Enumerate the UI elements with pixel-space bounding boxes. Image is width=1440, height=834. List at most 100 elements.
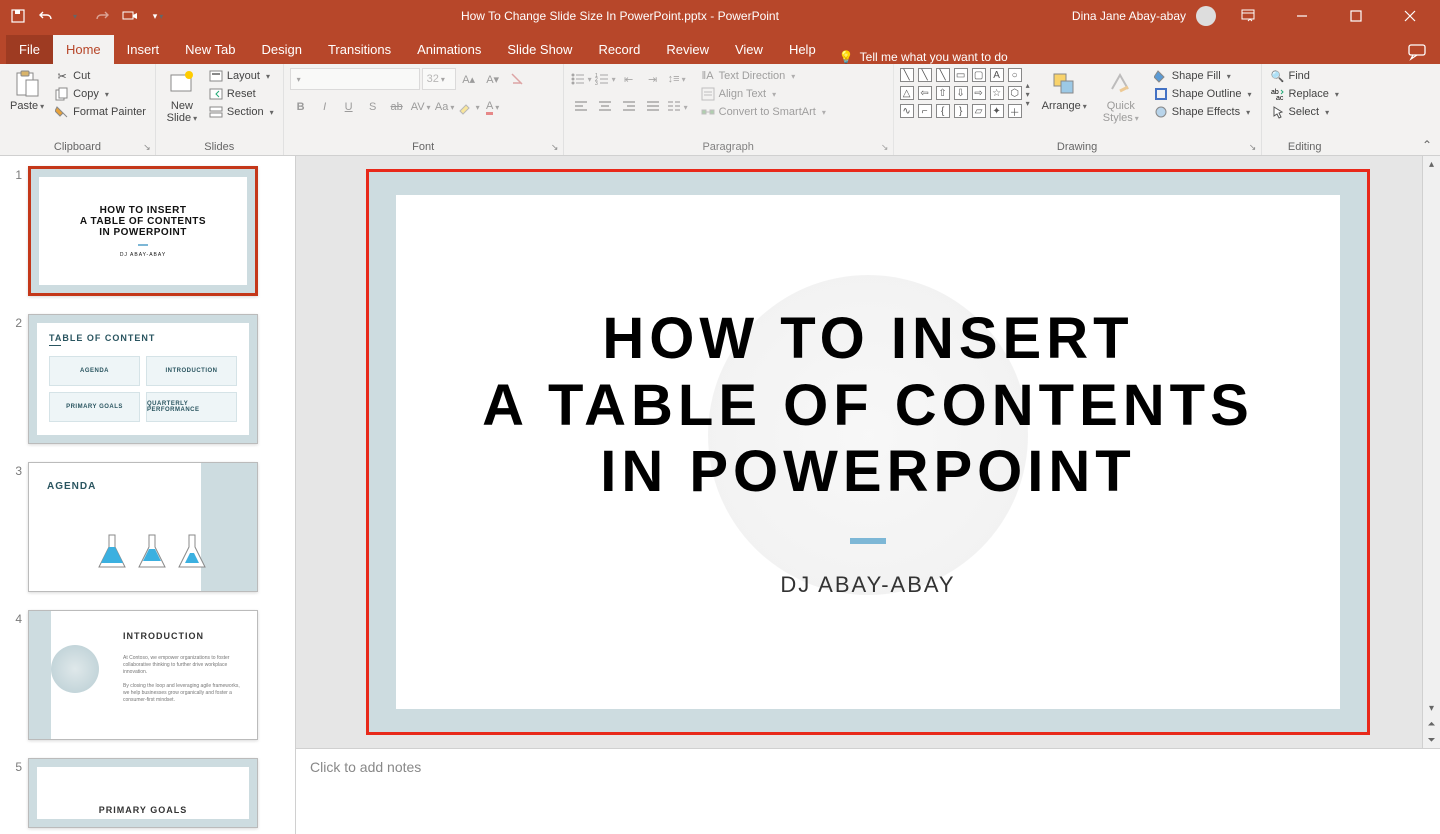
section-button[interactable]: Section — [206, 104, 277, 120]
shape-brace-l-icon[interactable]: { — [936, 104, 950, 118]
italic-icon[interactable]: I — [314, 96, 336, 118]
next-slide-icon[interactable]: ⏷ — [1428, 732, 1436, 748]
tab-home[interactable]: Home — [53, 35, 114, 64]
find-button[interactable]: 🔍Find — [1268, 68, 1342, 84]
shape-arrow-r-icon[interactable]: ⇨ — [972, 86, 986, 100]
highlight-icon[interactable] — [458, 96, 480, 118]
shape-fill-button[interactable]: Shape Fill — [1151, 68, 1255, 84]
shape-arrow-u-icon[interactable]: ⇧ — [936, 86, 950, 100]
tab-insert[interactable]: Insert — [114, 35, 173, 64]
strikethrough-icon[interactable]: ab — [386, 96, 408, 118]
shape-line-icon[interactable]: ╲ — [900, 68, 914, 82]
shape-curve-icon[interactable]: ∿ — [900, 104, 914, 118]
shape-star-icon[interactable]: ☆ — [990, 86, 1004, 100]
select-button[interactable]: Select — [1268, 104, 1342, 120]
tab-transitions[interactable]: Transitions — [315, 35, 404, 64]
start-from-beginning-icon[interactable] — [122, 8, 138, 24]
clipboard-dialog-launcher[interactable]: ↘ — [141, 141, 153, 153]
paragraph-dialog-launcher[interactable]: ↘ — [879, 141, 891, 153]
thumb-2[interactable]: 2 TABLE OF CONTENT AGENDA INTRODUCTION P… — [4, 314, 287, 444]
collapse-ribbon-icon[interactable]: ⌃ — [1422, 138, 1432, 152]
thumb-5[interactable]: 5 PRIMARY GOALS — [4, 758, 287, 828]
tab-new-tab[interactable]: New Tab — [172, 35, 248, 64]
shapes-more[interactable]: ▾ — [1026, 99, 1030, 108]
shapes-gallery[interactable]: ╲╲╲▭▢A○ △⇦⇧⇩⇨☆⬡ ∿⌐{}▱✦＋ — [900, 68, 1024, 120]
cut-button[interactable]: ✂Cut — [52, 68, 149, 84]
layout-button[interactable]: Layout — [206, 68, 277, 84]
numbering-icon[interactable]: 123 — [594, 68, 616, 90]
change-case-icon[interactable]: Aa — [434, 96, 456, 118]
align-right-icon[interactable] — [618, 96, 640, 118]
scroll-down-icon[interactable]: ▾ — [1429, 700, 1434, 716]
close-button[interactable] — [1388, 0, 1432, 32]
thumb-1[interactable]: 1 HOW TO INSERT A TABLE OF CONTENTS IN P… — [4, 166, 287, 296]
text-direction-button[interactable]: ‖AText Direction — [698, 68, 829, 84]
tell-me[interactable]: 💡 Tell me what you want to do — [829, 50, 1018, 64]
shape-arrow-d-icon[interactable]: ⇩ — [954, 86, 968, 100]
clear-formatting-icon[interactable] — [506, 68, 528, 90]
prev-slide-icon[interactable]: ⏶ — [1428, 716, 1436, 732]
redo-icon[interactable] — [94, 8, 110, 24]
shape-outline-button[interactable]: Shape Outline — [1151, 86, 1255, 102]
font-color-icon[interactable]: A — [482, 96, 504, 118]
shape-star5-icon[interactable]: ✦ — [990, 104, 1004, 118]
shapes-scroll-down[interactable]: ▾ — [1026, 90, 1030, 99]
comments-icon[interactable] — [1394, 43, 1440, 64]
columns-icon[interactable] — [666, 96, 688, 118]
replace-button[interactable]: abacReplace — [1268, 86, 1342, 102]
justify-icon[interactable] — [642, 96, 664, 118]
format-painter-button[interactable]: Format Painter — [52, 104, 149, 120]
tab-record[interactable]: Record — [585, 35, 653, 64]
drawing-dialog-launcher[interactable]: ↘ — [1247, 141, 1259, 153]
shape-plus-icon[interactable]: ＋ — [1008, 104, 1022, 118]
slide-canvas[interactable]: HOW TO INSERT A TABLE OF CONTENTS IN POW… — [369, 172, 1367, 732]
font-dialog-launcher[interactable]: ↘ — [549, 141, 561, 153]
shape-rect-icon[interactable]: ▭ — [954, 68, 968, 82]
shape-line2-icon[interactable]: ╲ — [918, 68, 932, 82]
shadow-icon[interactable]: S — [362, 96, 384, 118]
tab-design[interactable]: Design — [249, 35, 315, 64]
align-text-button[interactable]: Align Text — [698, 86, 829, 102]
shape-brace-r-icon[interactable]: } — [954, 104, 968, 118]
shape-arrow-l-icon[interactable]: ⇦ — [918, 86, 932, 100]
undo-dropdown[interactable] — [66, 8, 82, 24]
tab-file[interactable]: File — [6, 35, 53, 64]
save-icon[interactable] — [10, 8, 26, 24]
qat-customize[interactable]: ▾ — [150, 8, 166, 24]
canvas-scrollbar[interactable]: ▴ ▾ ⏶ ⏷ — [1422, 156, 1440, 748]
shape-oval-icon[interactable]: ○ — [1008, 68, 1022, 82]
user-avatar[interactable] — [1196, 6, 1216, 26]
reset-button[interactable]: Reset — [206, 86, 277, 102]
bullets-icon[interactable] — [570, 68, 592, 90]
tab-animations[interactable]: Animations — [404, 35, 494, 64]
notes-pane[interactable]: Click to add notes — [296, 748, 1440, 834]
tab-view[interactable]: View — [722, 35, 776, 64]
align-center-icon[interactable] — [594, 96, 616, 118]
shape-effects-button[interactable]: Shape Effects — [1151, 104, 1255, 120]
character-spacing-icon[interactable]: AV — [410, 96, 432, 118]
quick-styles-button[interactable]: Quick Styles — [1099, 68, 1143, 126]
decrease-indent-icon[interactable]: ⇤ — [618, 68, 640, 90]
shapes-scroll-up[interactable]: ▴ — [1026, 81, 1030, 90]
ribbon-display-options-icon[interactable] — [1226, 0, 1270, 32]
align-left-icon[interactable] — [570, 96, 592, 118]
tab-slide-show[interactable]: Slide Show — [494, 35, 585, 64]
maximize-button[interactable] — [1334, 0, 1378, 32]
shape-line3-icon[interactable]: ╲ — [936, 68, 950, 82]
new-slide-button[interactable]: New Slide — [162, 68, 202, 126]
shape-hex-icon[interactable]: ⬡ — [1008, 86, 1022, 100]
bold-icon[interactable]: B — [290, 96, 312, 118]
font-name-combo[interactable] — [290, 68, 420, 90]
undo-icon[interactable] — [38, 8, 54, 24]
minimize-button[interactable] — [1280, 0, 1324, 32]
shape-tri-icon[interactable]: △ — [900, 86, 914, 100]
thumb-3[interactable]: 3 AGENDA — [4, 462, 287, 592]
scroll-up-icon[interactable]: ▴ — [1429, 156, 1434, 172]
shape-callout-icon[interactable]: ▱ — [972, 104, 986, 118]
copy-button[interactable]: Copy — [52, 86, 149, 102]
decrease-font-icon[interactable]: A▾ — [482, 68, 504, 90]
increase-font-icon[interactable]: A▴ — [458, 68, 480, 90]
arrange-button[interactable]: Arrange — [1038, 68, 1091, 114]
paste-button[interactable]: Paste — [6, 68, 48, 114]
tab-review[interactable]: Review — [653, 35, 722, 64]
